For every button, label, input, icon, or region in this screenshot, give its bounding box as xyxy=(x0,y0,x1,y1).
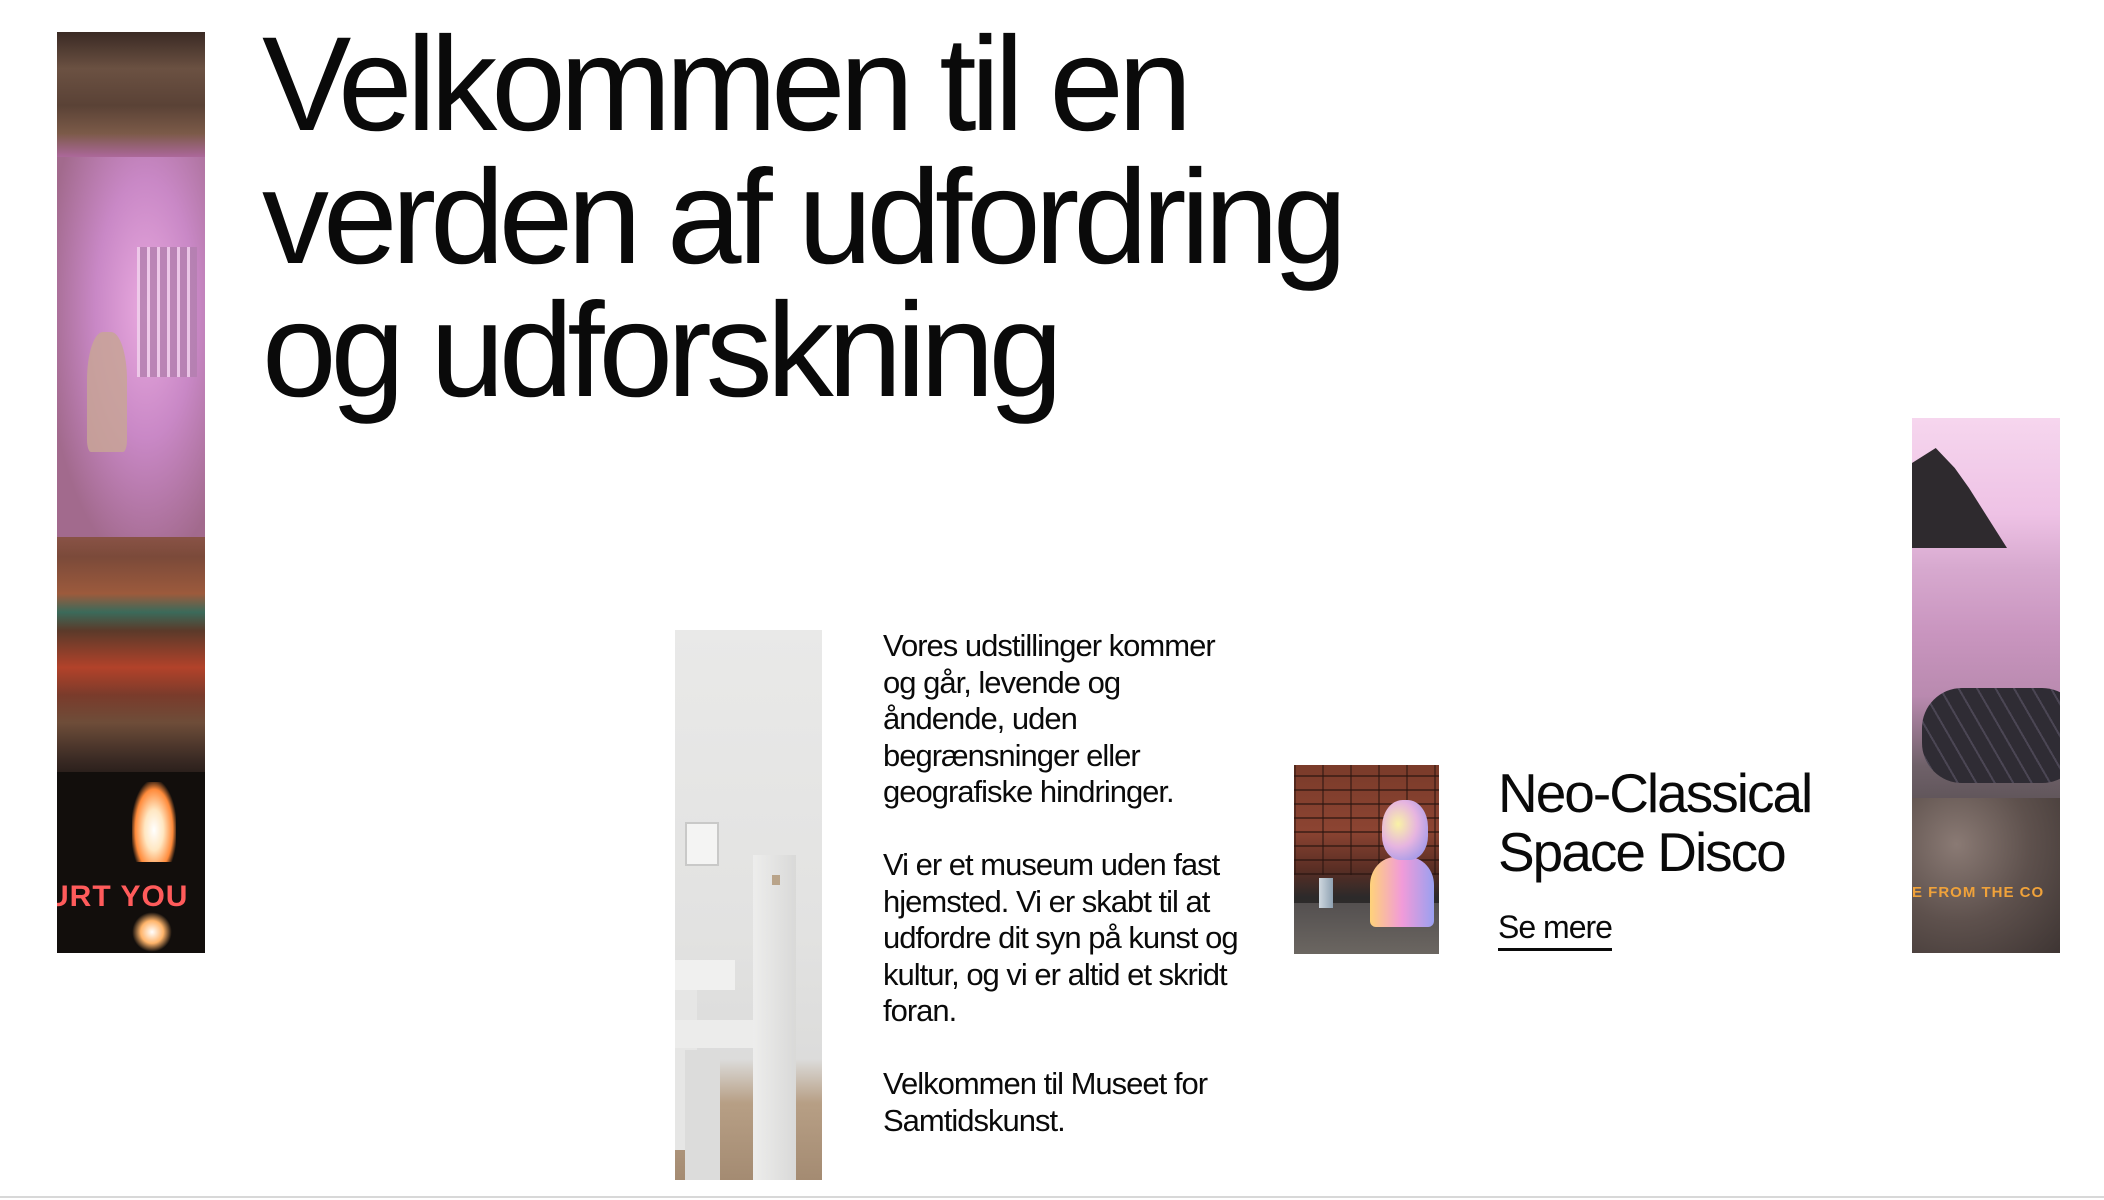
spray-can-shape xyxy=(1319,878,1333,908)
intro-paragraph-2: Vi er et museum uden fast hjemsted. Vi e… xyxy=(883,847,1239,1028)
plinth-label-shape xyxy=(772,875,780,885)
flame-shape-small xyxy=(132,912,172,952)
headline-line-1: Velkommen til en xyxy=(262,10,1192,159)
tv-overlay-text: URT YOU xyxy=(57,880,189,913)
bottom-divider xyxy=(0,1196,2104,1198)
step-leg-shape xyxy=(685,1050,720,1180)
gallery-strip-image[interactable] xyxy=(675,630,822,1180)
page: URT YOU Velkommen til en verden af udfor… xyxy=(0,0,2104,1200)
bust-head-shape xyxy=(1382,800,1428,860)
intro-paragraph-3: Velkommen til Museet for Samtidskunst. xyxy=(883,1066,1208,1138)
tv-figure-shape xyxy=(87,332,127,452)
exhibition-title: Neo-Classical Space Disco xyxy=(1498,762,1813,883)
headline-line-2: verden af udfordring xyxy=(262,143,1347,292)
page-headline: Velkommen til en verden af udfordring og… xyxy=(262,10,1347,425)
headline-line-3: og udforskning xyxy=(262,276,1063,425)
exhibition-title-line-1: Neo-Classical xyxy=(1498,762,1813,824)
see-more-link[interactable]: Se mere xyxy=(1498,908,1613,951)
plinth-shape xyxy=(753,855,796,1180)
tv-dark-area xyxy=(57,772,205,953)
tv-strip-image[interactable]: URT YOU xyxy=(57,32,205,953)
beach-overlay-text: E FROM THE CO xyxy=(1912,884,2045,901)
cliff-shape xyxy=(1912,448,2007,548)
wall-frame-shape xyxy=(685,822,719,866)
intro-paragraph-1: Vores udstillinger kommer og går, levend… xyxy=(883,628,1216,809)
bust-body-shape xyxy=(1370,857,1434,927)
rocks-shape xyxy=(1912,798,2060,953)
float-object-shape xyxy=(1922,688,2060,783)
intro-text: Vores udstillinger kommer og går, levend… xyxy=(883,628,1243,1139)
exhibition-thumbnail[interactable] xyxy=(1294,765,1439,954)
beach-strip-image[interactable]: E FROM THE CO xyxy=(1912,418,2060,953)
exhibition-title-line-2: Space Disco xyxy=(1498,821,1787,883)
bench-top-shape xyxy=(675,960,735,990)
flame-shape xyxy=(132,782,176,862)
tv-structure-shape xyxy=(137,247,197,377)
